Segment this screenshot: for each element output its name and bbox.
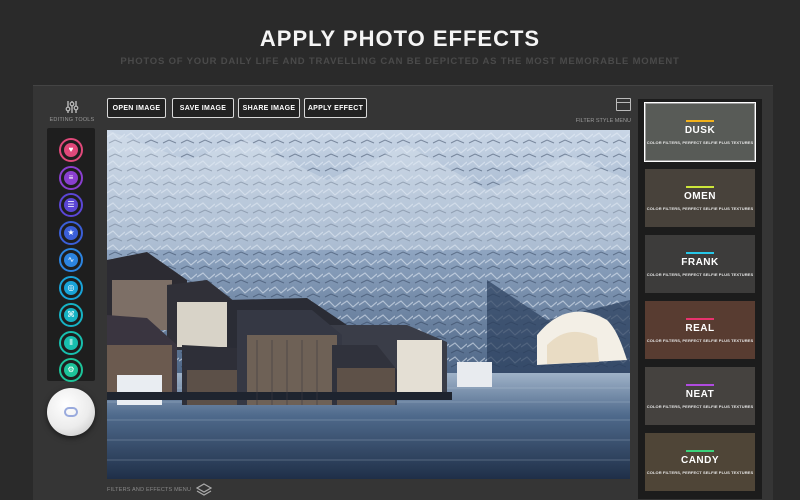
- filter-name: DUSK: [684, 125, 716, 136]
- gear-icon: ⚙: [64, 363, 78, 377]
- filter-name: OMEN: [684, 191, 716, 202]
- editing-tools-label: EDITING TOOLS: [49, 117, 95, 123]
- filter-card-dusk[interactable]: DUSK COLOR FILTERS, PERFECT SELFIE PLUS T…: [644, 102, 756, 162]
- editing-tools-header: EDITING TOOLS: [45, 100, 99, 123]
- filter-card-frank[interactable]: FRANK COLOR FILTERS, PERFECT SELFIE PLUS …: [645, 235, 755, 293]
- filter-card-omen[interactable]: OMEN COLOR FILTERS, PERFECT SELFIE PLUS T…: [645, 169, 755, 227]
- filter-name: CANDY: [680, 455, 720, 466]
- star-icon: ★: [64, 225, 78, 240]
- window-icon: [616, 98, 631, 111]
- camera-icon: [64, 407, 78, 417]
- adjust-icon: ☰: [64, 198, 78, 212]
- filter-description: COLOR FILTERS, PERFECT SELFIE PLUS TEXTU…: [646, 272, 754, 277]
- capture-button[interactable]: [47, 388, 95, 436]
- tool-button-heart[interactable]: ♥: [59, 138, 83, 162]
- lake-village-photo: [107, 130, 630, 479]
- filter-description: COLOR FILTERS, PERFECT SELFIE PLUS TEXTU…: [646, 140, 754, 145]
- filter-card-candy[interactable]: CANDY COLOR FILTERS, PERFECT SELFIE PLUS …: [645, 433, 755, 491]
- filter-card-real[interactable]: REAL COLOR FILTERS, PERFECT SELFIE PLUS T…: [645, 301, 755, 359]
- list-icon: ≡: [64, 170, 78, 185]
- filter-accent-bar: [686, 120, 714, 122]
- filter-accent-bar: [686, 318, 714, 320]
- filter-accent-bar: [686, 450, 714, 452]
- filter-style-menu[interactable]: FILTER STYLE MENU: [563, 98, 631, 124]
- sliders-icon: [65, 101, 79, 113]
- target-icon: ◎: [64, 280, 78, 295]
- save-image-button[interactable]: SAVE IMAGE: [172, 98, 234, 118]
- filter-style-menu-label: FILTER STYLE MENU: [575, 118, 631, 124]
- layers-icon: [196, 483, 213, 496]
- tool-button-bars[interactable]: ⫴: [59, 330, 83, 355]
- shapes-icon: ⌘: [64, 308, 78, 322]
- filter-name: NEAT: [685, 389, 715, 400]
- filter-name: FRANK: [681, 257, 719, 268]
- bars-icon: ⫴: [64, 335, 78, 350]
- share-image-button[interactable]: SHARE IMAGE: [238, 98, 300, 118]
- filter-description: COLOR FILTERS, PERFECT SELFIE PLUS TEXTU…: [646, 206, 754, 211]
- tool-button-target[interactable]: ◎: [59, 275, 83, 300]
- filters-effects-menu-label: FILTERS AND EFFECTS MENU: [107, 487, 192, 493]
- filter-description: COLOR FILTERS, PERFECT SELFIE PLUS TEXTU…: [646, 404, 754, 409]
- filter-description: COLOR FILTERS, PERFECT SELFIE PLUS TEXTU…: [646, 470, 754, 475]
- filter-name: REAL: [685, 323, 715, 334]
- filters-effects-menu[interactable]: FILTERS AND EFFECTS MENU: [107, 483, 213, 497]
- filter-card-neat[interactable]: NEAT COLOR FILTERS, PERFECT SELFIE PLUS T…: [645, 367, 755, 425]
- app-window: EDITING TOOLS ♥ ≡ ☰ ★ ∿ ◎ ⌘ ⫴ ⚙ OPEN IMAGE SAVE …: [33, 85, 773, 500]
- trend-icon: ∿: [64, 253, 78, 267]
- filter-accent-bar: [686, 384, 714, 386]
- photo-canvas[interactable]: [107, 130, 630, 479]
- tool-button-gear[interactable]: ⚙: [59, 358, 83, 382]
- tool-button-adjust[interactable]: ☰: [59, 193, 83, 217]
- open-image-button[interactable]: OPEN IMAGE: [107, 98, 166, 118]
- tool-button-list[interactable]: ≡: [59, 165, 83, 190]
- filter-panel: DUSK COLOR FILTERS, PERFECT SELFIE PLUS T…: [638, 99, 762, 499]
- heart-icon: ♥: [64, 143, 78, 157]
- filter-accent-bar: [686, 186, 714, 188]
- tool-button-star[interactable]: ★: [59, 220, 83, 245]
- tool-button-shapes[interactable]: ⌘: [59, 303, 83, 327]
- tool-button-trend[interactable]: ∿: [59, 248, 83, 272]
- apply-effect-button[interactable]: APPLY EFFECT: [304, 98, 367, 118]
- tool-strip: ♥ ≡ ☰ ★ ∿ ◎ ⌘ ⫴ ⚙: [47, 128, 95, 382]
- filter-accent-bar: [686, 252, 714, 254]
- hero-subtitle: PHOTOS OF YOUR DAILY LIFE AND TRAVELLING…: [120, 56, 680, 67]
- hero-title: APPLY PHOTO EFFECTS: [259, 26, 541, 51]
- filter-description: COLOR FILTERS, PERFECT SELFIE PLUS TEXTU…: [646, 338, 754, 343]
